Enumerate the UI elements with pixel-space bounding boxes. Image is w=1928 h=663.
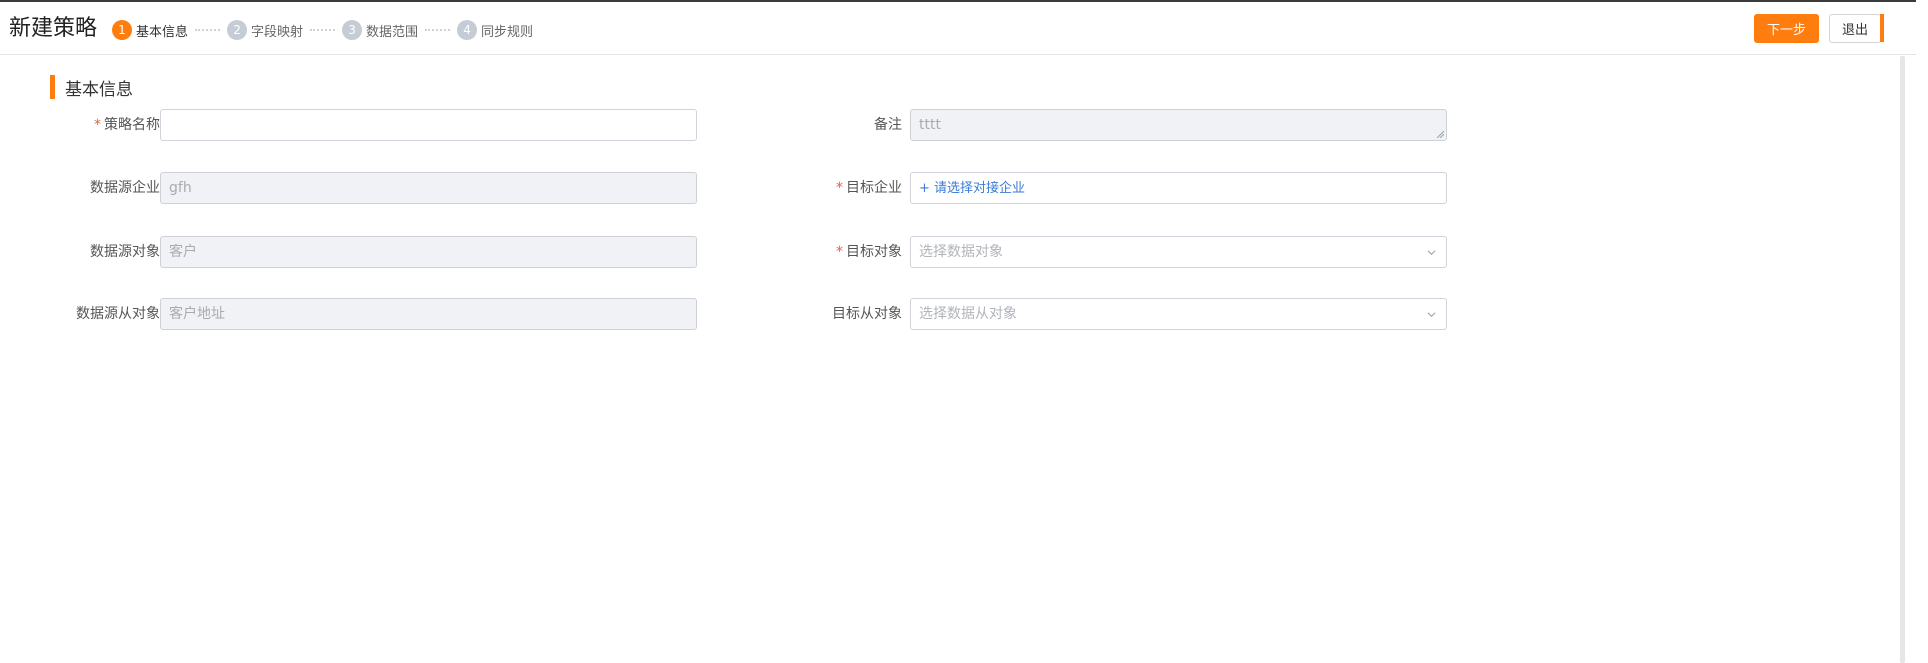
strategy-name-label: * 策略名称: [0, 109, 160, 141]
source-object-label: 数据源对象: [0, 236, 160, 268]
remark-value: tttt: [919, 117, 941, 133]
exit-button[interactable]: 退出: [1829, 14, 1881, 43]
form-area: 基本信息 * 策略名称 备注 tttt 数据源企业 gfh * 目标企业 + 请选择…: [0, 55, 1902, 663]
source-object-input: 客户: [160, 236, 697, 268]
target-object-placeholder: 选择数据对象: [919, 244, 1003, 260]
source-object-label-text: 数据源对象: [90, 244, 160, 260]
source-company-value: gfh: [169, 180, 192, 196]
step-number: 1: [112, 20, 132, 40]
step-field-mapping[interactable]: 2 字段映射: [227, 20, 303, 40]
target-sub-object-label: 目标从对象: [742, 298, 902, 330]
target-company-field[interactable]: + 请选择对接企业: [910, 172, 1447, 204]
source-company-label: 数据源企业: [0, 172, 160, 204]
step-label: 同步规则: [481, 24, 534, 40]
target-sub-object-label-text: 目标从对象: [832, 306, 902, 322]
required-mark: *: [836, 244, 843, 260]
section-header: 基本信息: [50, 75, 133, 100]
step-sync-rules[interactable]: 4 同步规则: [457, 20, 533, 40]
select-target-company-link[interactable]: + 请选择对接企业: [919, 181, 1025, 196]
required-mark: *: [94, 117, 101, 133]
chevron-down-icon: [1427, 250, 1436, 256]
step-separator: [425, 29, 451, 31]
target-company-label: * 目标企业: [742, 172, 902, 204]
step-basic-info[interactable]: 1 基本信息: [112, 20, 188, 40]
step-data-range[interactable]: 3 数据范围: [342, 20, 418, 40]
step-label: 字段映射: [251, 24, 304, 40]
source-sub-object-value: 客户地址: [169, 306, 225, 322]
strategy-name-input[interactable]: [160, 109, 697, 141]
side-accent-bar: [1880, 14, 1884, 42]
target-object-select[interactable]: 选择数据对象: [910, 236, 1447, 268]
remark-label: 备注: [742, 109, 902, 141]
section-title: 基本信息: [65, 79, 133, 100]
strategy-name-label-text: 策略名称: [104, 117, 160, 133]
vertical-scrollbar[interactable]: [1900, 56, 1905, 663]
source-sub-object-label-text: 数据源从对象: [76, 306, 160, 322]
remark-label-text: 备注: [874, 117, 902, 133]
step-number: 2: [227, 20, 248, 40]
target-object-label-text: 目标对象: [846, 244, 902, 260]
next-step-button[interactable]: 下一步: [1754, 14, 1819, 43]
step-number: 3: [342, 20, 363, 40]
target-company-label-text: 目标企业: [846, 180, 902, 196]
source-object-value: 客户: [169, 244, 197, 260]
remark-textarea[interactable]: tttt: [910, 109, 1447, 141]
section-accent-bar: [50, 75, 55, 99]
step-separator: [195, 29, 221, 31]
step-number: 4: [457, 20, 478, 40]
required-mark: *: [836, 180, 843, 196]
target-sub-object-select[interactable]: 选择数据从对象: [910, 298, 1447, 330]
step-label: 数据范围: [366, 24, 419, 40]
target-object-label: * 目标对象: [742, 236, 902, 268]
page-header: 新建策略 1 基本信息 2 字段映射 3 数据范围 4 同步规则 下一步 退出: [0, 2, 1916, 55]
step-label: 基本信息: [136, 24, 189, 40]
step-indicator: 1 基本信息 2 字段映射 3 数据范围 4 同步规则: [112, 19, 533, 41]
step-separator: [310, 29, 336, 31]
source-company-input: gfh: [160, 172, 697, 204]
source-sub-object-label: 数据源从对象: [0, 298, 160, 330]
page-title: 新建策略: [9, 16, 98, 41]
resize-grip-icon[interactable]: [1436, 130, 1444, 138]
source-company-label-text: 数据源企业: [90, 180, 160, 196]
target-sub-object-placeholder: 选择数据从对象: [919, 306, 1017, 322]
source-sub-object-input: 客户地址: [160, 298, 697, 330]
chevron-down-icon: [1427, 312, 1436, 318]
